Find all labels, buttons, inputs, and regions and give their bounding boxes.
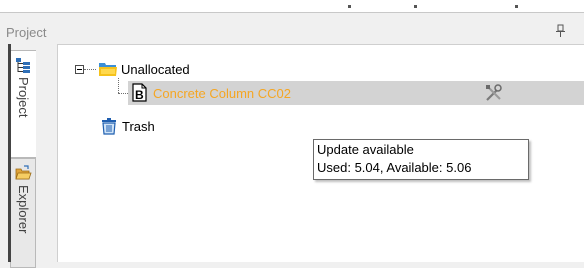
document-icon: B bbox=[130, 83, 148, 107]
trash-icon bbox=[100, 117, 118, 140]
update-tooltip: Update available Used: 5.04, Available: … bbox=[313, 139, 529, 180]
tab-project-label: Project bbox=[16, 77, 31, 118]
collapse-toggle[interactable] bbox=[75, 65, 84, 74]
side-tab-strip: Project Explorer bbox=[0, 44, 44, 268]
tooltip-version-info: Used: 5.04, Available: 5.06 bbox=[317, 160, 472, 175]
folder-open-icon bbox=[15, 165, 32, 182]
tools-icon[interactable] bbox=[484, 83, 504, 108]
tab-explorer-label: Explorer bbox=[16, 185, 31, 234]
svg-text:B: B bbox=[135, 88, 144, 102]
tree-connector bbox=[84, 69, 96, 70]
side-edge-line bbox=[8, 44, 11, 262]
tree-connector bbox=[118, 78, 119, 93]
tree-connector bbox=[118, 93, 128, 94]
pin-icon[interactable] bbox=[555, 24, 567, 38]
panel-title: Project bbox=[6, 25, 47, 40]
tree-item-concrete-column[interactable]: Concrete Column CC02 bbox=[153, 86, 291, 101]
folder-icon bbox=[98, 60, 118, 83]
tab-explorer[interactable]: Explorer bbox=[10, 158, 36, 268]
window-top-strip bbox=[0, 0, 584, 13]
tree-item-unallocated[interactable]: Unallocated bbox=[121, 62, 190, 77]
tooltip-title: Update available bbox=[317, 142, 414, 157]
tab-project[interactable]: Project bbox=[10, 50, 36, 158]
tree-item-trash[interactable]: Trash bbox=[122, 119, 155, 134]
project-tree-icon bbox=[15, 57, 32, 74]
